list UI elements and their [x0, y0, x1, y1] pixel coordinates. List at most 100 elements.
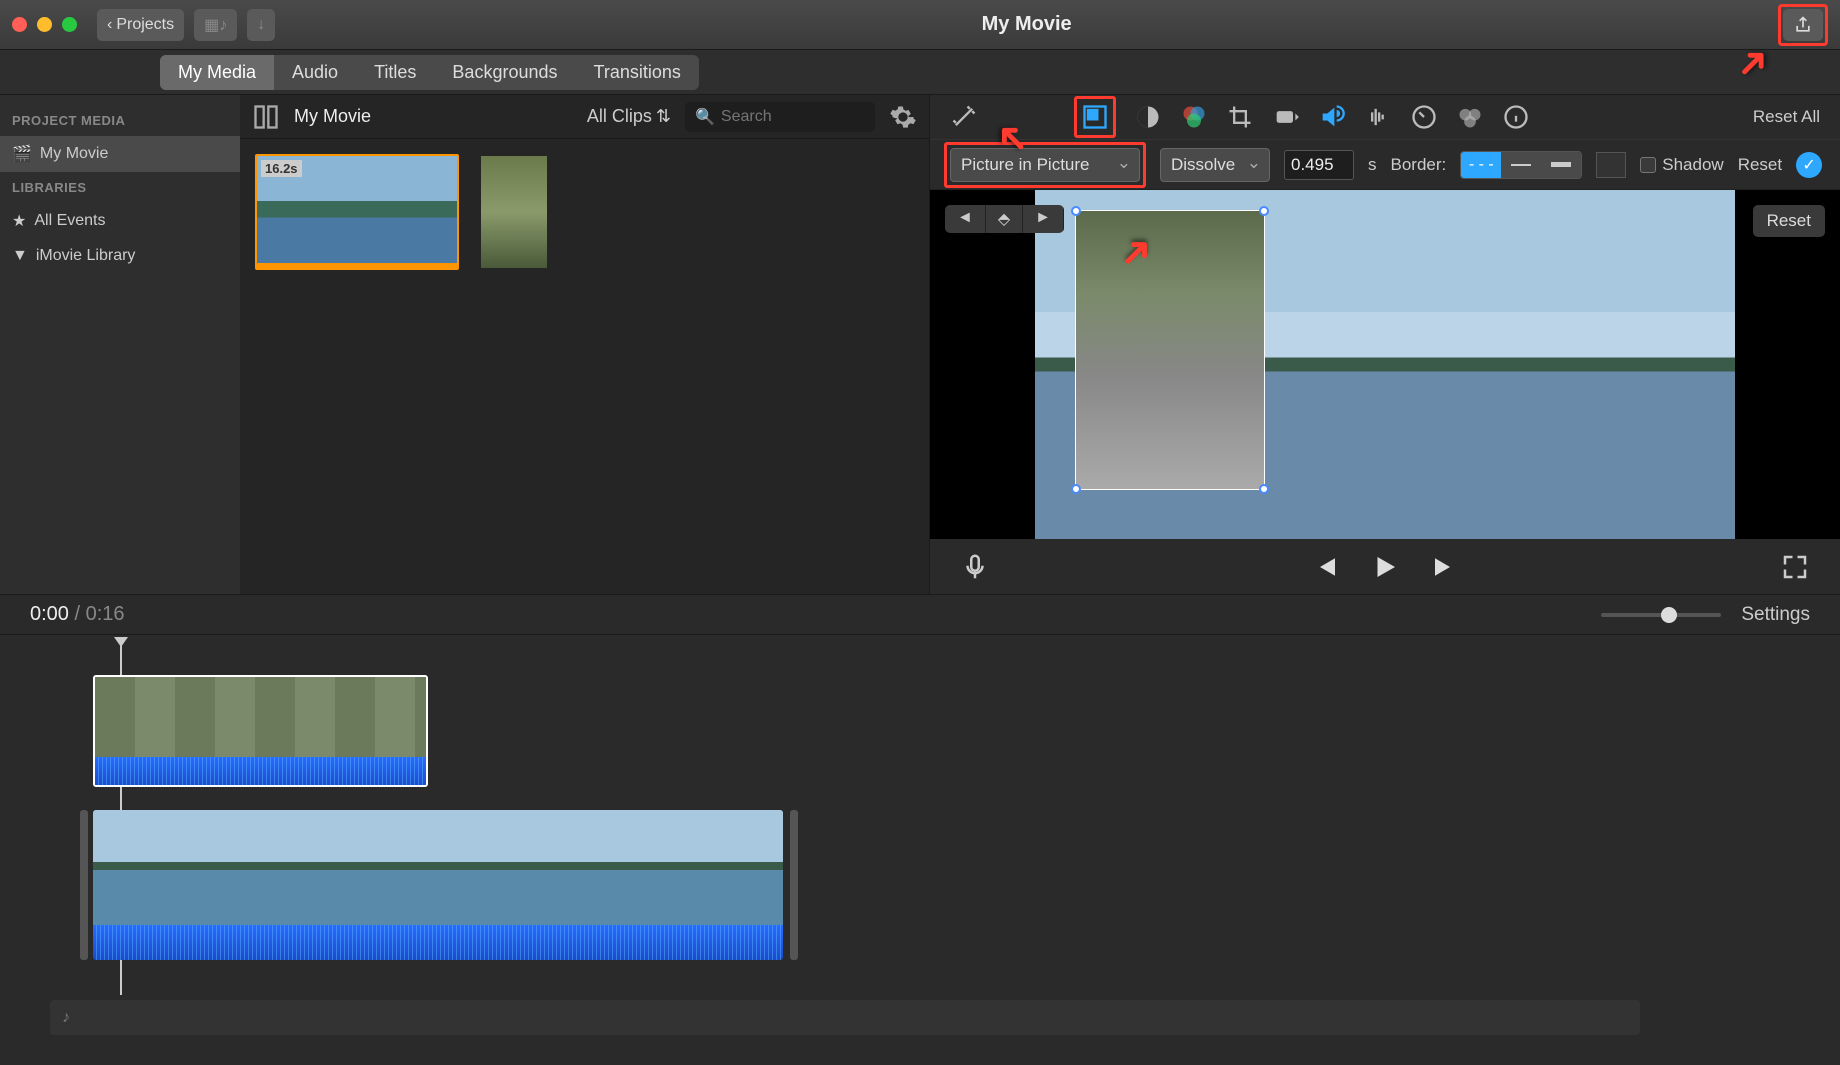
- zoom-slider[interactable]: [1601, 613, 1721, 617]
- canvas[interactable]: [1035, 190, 1735, 539]
- crop-icon[interactable]: [1226, 103, 1254, 131]
- prev-button[interactable]: [1310, 552, 1340, 582]
- sidebar-item-label: iMovie Library: [36, 247, 136, 265]
- overlay-mode-dropdown[interactable]: Picture in Picture: [950, 148, 1140, 182]
- overlay-icon[interactable]: [1081, 103, 1109, 131]
- audio-strip: [95, 757, 426, 787]
- video-strip: [95, 677, 426, 757]
- color-balance-icon[interactable]: [1134, 103, 1162, 131]
- sidebar-item-allevents[interactable]: ★ All Events: [0, 203, 240, 239]
- share-button[interactable]: [1783, 9, 1823, 41]
- stabilize-icon[interactable]: [1272, 103, 1300, 131]
- clip-duration: 16.2s: [261, 160, 302, 177]
- film-icon: ▦♪: [204, 15, 227, 35]
- minimize-icon[interactable]: [37, 17, 52, 32]
- clip-thumb-1[interactable]: 16.2s: [255, 154, 459, 270]
- waveform: [95, 757, 426, 787]
- resize-handle[interactable]: [1259, 484, 1269, 494]
- border-none[interactable]: - - -: [1461, 152, 1501, 178]
- border-thin[interactable]: [1501, 152, 1541, 178]
- swap-icon[interactable]: ⬘: [986, 205, 1023, 233]
- speed-icon[interactable]: [1410, 103, 1438, 131]
- tab-backgrounds[interactable]: Backgrounds: [434, 55, 575, 90]
- fullscreen-icon[interactable]: [1780, 552, 1810, 582]
- transition-dropdown[interactable]: Dissolve: [1160, 148, 1270, 182]
- voiceover-icon[interactable]: [960, 552, 990, 582]
- maximize-icon[interactable]: [62, 17, 77, 32]
- thumbnails: 16.2s: [240, 139, 929, 285]
- prev-edit-icon[interactable]: ◄: [945, 205, 986, 233]
- media-import-button[interactable]: ▦♪: [194, 9, 237, 41]
- music-track[interactable]: ♪: [50, 1000, 1640, 1035]
- pip-overlay[interactable]: [1075, 210, 1265, 490]
- search-field[interactable]: 🔍: [685, 102, 875, 132]
- mode-highlight: Picture in Picture: [944, 142, 1146, 188]
- viewer-nav: ◄ ⬘ ►: [945, 205, 1064, 233]
- search-icon: 🔍: [695, 107, 715, 127]
- reset-button[interactable]: Reset: [1738, 155, 1782, 175]
- viewer: ◄ ⬘ ► Reset ➜: [930, 190, 1840, 539]
- clips-filter-dropdown[interactable]: All Clips ⇅: [587, 106, 671, 127]
- clip-edge-left[interactable]: [80, 810, 88, 960]
- border-color-picker[interactable]: [1596, 152, 1626, 178]
- updown-icon: ⇅: [656, 106, 671, 127]
- star-icon: ★: [12, 211, 26, 231]
- music-icon: ♪: [62, 1009, 70, 1027]
- apply-button[interactable]: ✓: [1796, 152, 1822, 178]
- tab-audio[interactable]: Audio: [274, 55, 356, 90]
- info-icon[interactable]: [1502, 103, 1530, 131]
- time-display: 0:00 / 0:16: [30, 603, 125, 626]
- color-correct-icon[interactable]: [1180, 103, 1208, 131]
- resize-handle[interactable]: [1071, 484, 1081, 494]
- tab-titles[interactable]: Titles: [356, 55, 434, 90]
- tab-transitions[interactable]: Transitions: [576, 55, 699, 90]
- selection-bar: [257, 263, 457, 268]
- viewer-reset-button[interactable]: Reset: [1753, 205, 1825, 237]
- play-button[interactable]: [1370, 552, 1400, 582]
- time-sep: /: [75, 603, 86, 625]
- search-input[interactable]: [721, 108, 865, 126]
- download-button[interactable]: ↓: [247, 9, 275, 41]
- magic-wand-icon[interactable]: [950, 103, 978, 131]
- border-thick[interactable]: [1541, 152, 1581, 178]
- reset-all-button[interactable]: Reset All: [1753, 107, 1820, 127]
- mode-label: Picture in Picture: [961, 155, 1090, 174]
- right-pane: Reset All Picture in Picture Dissolve s …: [930, 95, 1840, 594]
- volume-icon[interactable]: [1318, 103, 1346, 131]
- time-total: 0:16: [86, 603, 125, 625]
- sidebar-item-library[interactable]: ▼ iMovie Library: [0, 239, 240, 273]
- sidebar: PROJECT MEDIA 🎬 My Movie LIBRARIES ★ All…: [0, 95, 240, 594]
- waveform: [93, 925, 783, 960]
- slider-knob[interactable]: [1661, 607, 1677, 623]
- main-track-clip[interactable]: [93, 810, 783, 960]
- list-toggle-icon[interactable]: [252, 103, 280, 131]
- media-browser: My Movie All Clips ⇅ 🔍 16.2s: [240, 95, 929, 594]
- timeline-settings-button[interactable]: Settings: [1741, 604, 1810, 626]
- resize-handle[interactable]: [1259, 206, 1269, 216]
- close-icon[interactable]: [12, 17, 27, 32]
- checkbox-icon: [1640, 157, 1656, 173]
- resize-handle[interactable]: [1071, 206, 1081, 216]
- noise-reduce-icon[interactable]: [1364, 103, 1392, 131]
- timeline[interactable]: ♪: [0, 635, 1840, 1065]
- next-button[interactable]: [1430, 552, 1460, 582]
- back-label: Projects: [116, 16, 174, 34]
- clip-thumb-2[interactable]: [479, 154, 549, 270]
- tab-segment: My Media Audio Titles Backgrounds Transi…: [160, 55, 699, 90]
- next-edit-icon[interactable]: ►: [1023, 205, 1064, 233]
- shadow-checkbox[interactable]: Shadow: [1640, 155, 1723, 175]
- back-projects-button[interactable]: ‹ Projects: [97, 9, 184, 41]
- tab-my-media[interactable]: My Media: [160, 55, 274, 90]
- settings-gear-icon[interactable]: [889, 103, 917, 131]
- clip-edge-right[interactable]: [790, 810, 798, 960]
- pip-track-clip[interactable]: [93, 675, 428, 787]
- transition-label: Dissolve: [1171, 155, 1235, 174]
- duration-field[interactable]: [1284, 150, 1354, 180]
- filter-icon[interactable]: [1456, 103, 1484, 131]
- video-strip: [93, 810, 783, 925]
- sidebar-item-mymovie[interactable]: 🎬 My Movie: [0, 136, 240, 172]
- shadow-label: Shadow: [1662, 155, 1723, 175]
- disclosure-icon: ▼: [12, 247, 28, 265]
- border-segment: - - -: [1460, 151, 1582, 179]
- window-title: My Movie: [275, 13, 1778, 36]
